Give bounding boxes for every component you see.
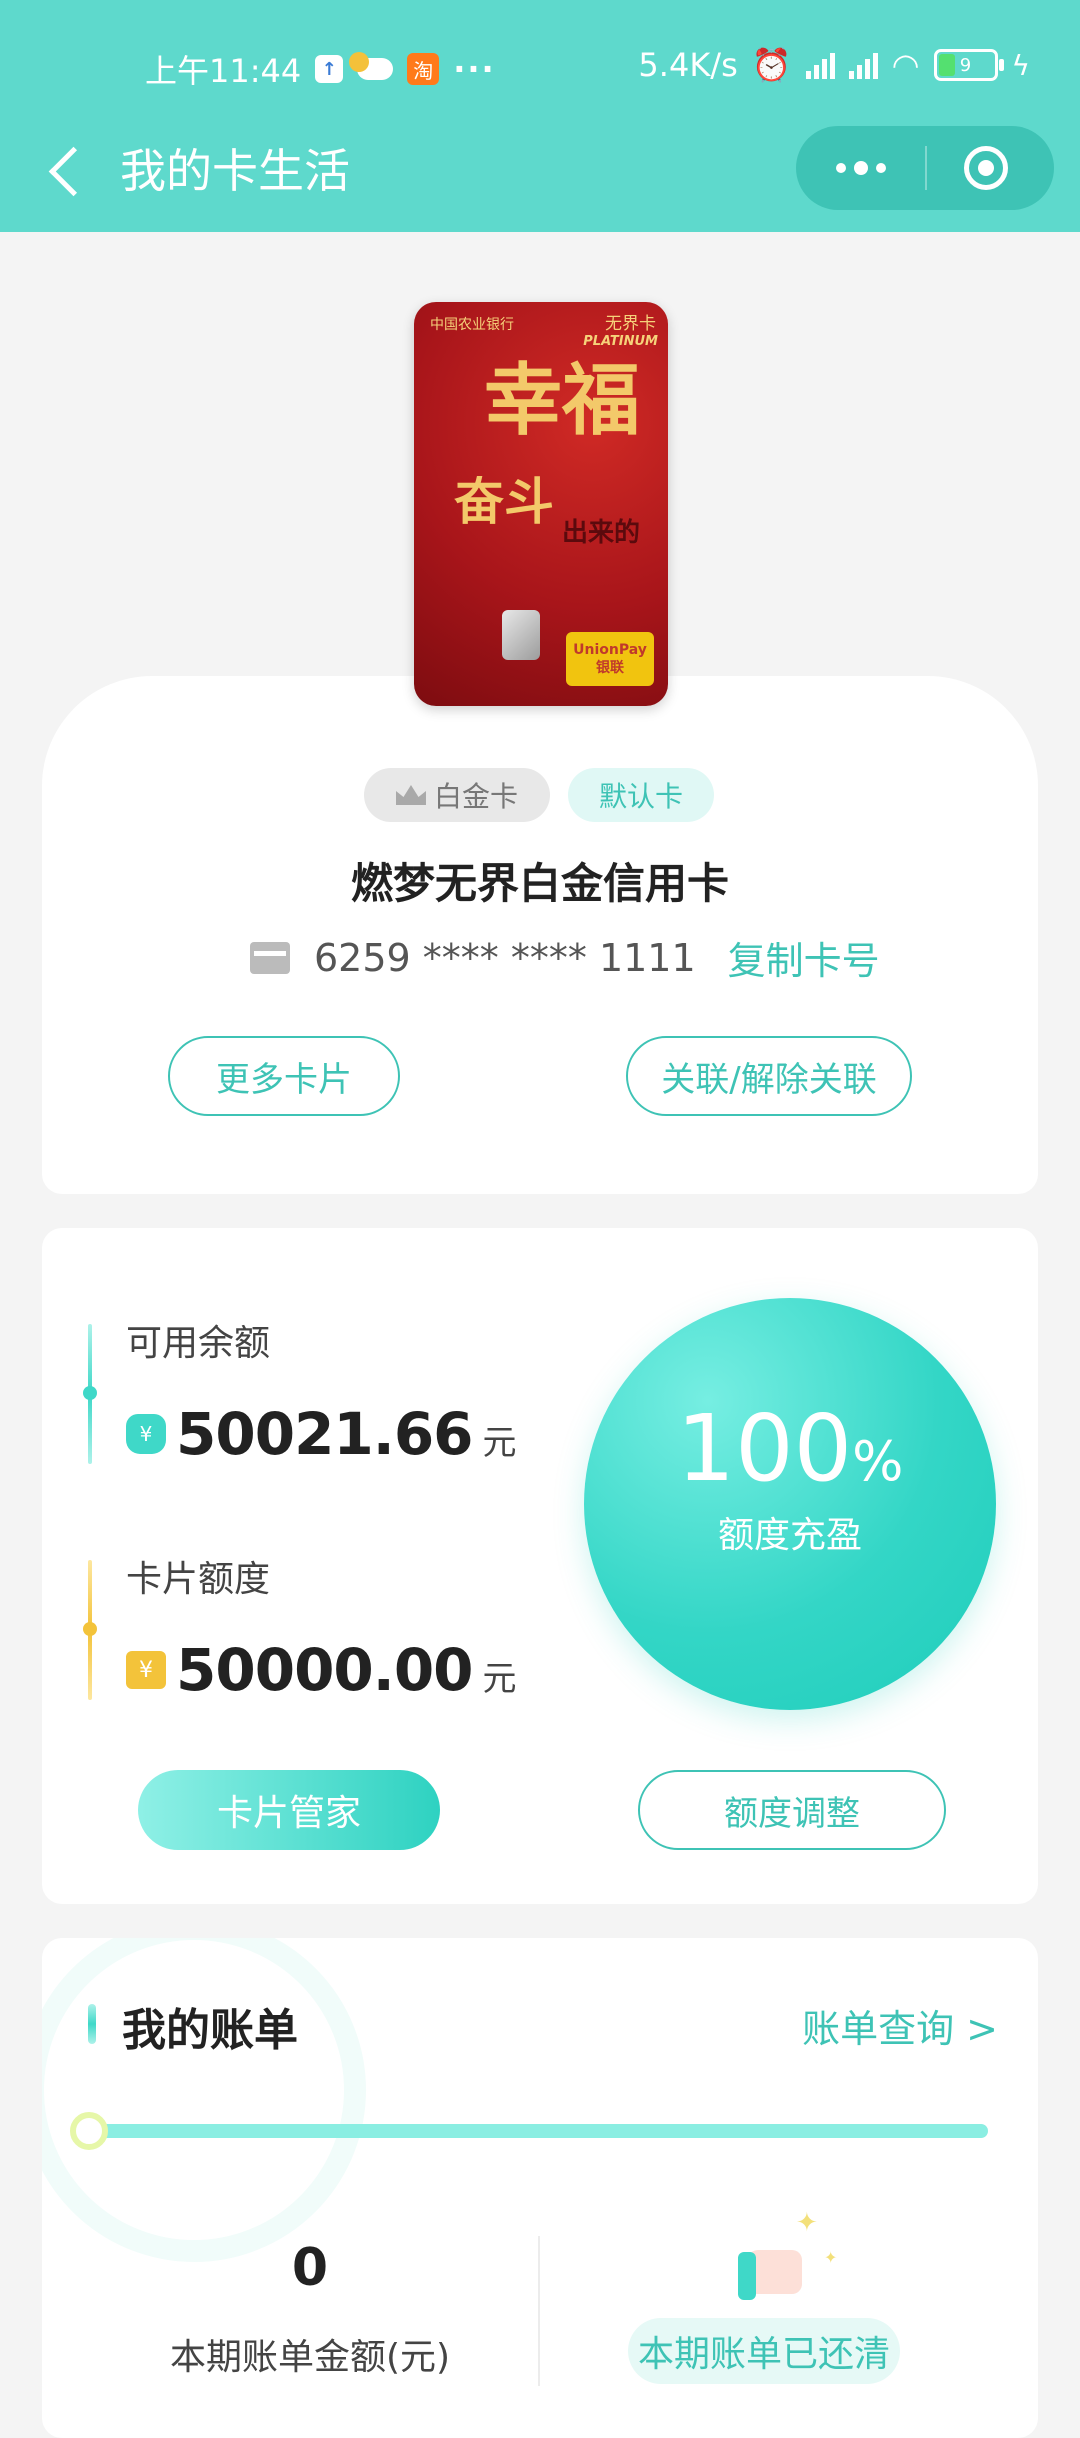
available-balance-unit: 元 [482,1423,517,1463]
bill-progress-bar [70,2112,988,2150]
available-balance-label: 可用余额 [126,1323,271,1364]
bill-paid-status: 本期账单已还清 [628,2318,900,2384]
crown-icon [395,785,426,805]
platinum-badge: 白金卡 [364,768,550,822]
signal-icon [805,51,835,79]
bill-amount-value: 0 [291,2238,329,2298]
platinum-badge-label: 白金卡 [433,780,518,813]
card-number: 6259 **** **** 1111 [314,935,696,980]
bank-card-image[interactable]: 中国农业银行 无界卡 PLATINUM 幸福 奋斗 出来的 UnionPay 银… [414,302,668,706]
available-indicator-line [83,1324,97,1464]
thumbs-up-icon: ✦ ✦ [738,2208,837,2304]
unionpay-top: UnionPay [573,642,647,658]
gold-coin-icon: ¥ [126,1651,166,1689]
battery-level: 9 [959,54,972,76]
credit-status: 额度充盈 [717,1515,862,1556]
notification-app-icon: ↑ [315,55,344,83]
chip-icon [502,610,540,660]
percent-sign: % [852,1430,904,1493]
capsule-divider [925,146,927,190]
bill-query-link[interactable]: 账单查询 > [802,1998,998,2053]
back-button[interactable] [40,136,100,206]
bill-title-marker [88,2004,96,2044]
status-time: 上午11:44 [145,52,302,90]
wifi-icon: ◠ [891,46,920,84]
card-bank-name: 中国农业银行 [430,317,514,333]
decorative-circle [42,1938,366,2262]
card-limit-unit: 元 [482,1659,517,1699]
card-number-row: 6259 **** **** 1111 复制卡号 [250,930,880,985]
sparkle-icon: ✦ [796,2208,818,2238]
card-limit-row: ¥ 50000.00 元 [126,1636,517,1704]
limit-indicator-line [83,1560,97,1700]
credit-usage-circle: 100% 额度充盈 [584,1298,996,1710]
card-limit-label: 卡片额度 [126,1559,271,1600]
credit-percent-value: 100 [676,1395,853,1502]
credit-percent: 100% [584,1394,996,1517]
available-balance-amount: 50021.66 [176,1400,474,1468]
dot-icon [854,161,868,175]
card-manager-button[interactable]: 卡片管家 [138,1770,440,1850]
more-notifications-icon: ··· [453,50,496,88]
more-menu-button[interactable] [796,126,926,210]
card-calligraphy-secondary: 奋斗 [454,472,554,531]
progress-knob [70,2112,108,2150]
money-bag-icon: ¥ [126,1414,166,1454]
card-calligraphy-main: 幸福 [484,355,641,446]
dot-icon [876,163,886,173]
copy-card-number-link[interactable]: 复制卡号 [728,930,880,985]
card-name: 燃梦无界白金信用卡 [350,859,729,908]
nav-bar: 我的卡生活 [0,126,1080,216]
status-bar-left: 上午11:44 ↑ 淘 ··· [145,46,496,92]
thumb-hand [748,2250,802,2294]
taobao-icon: 淘 [407,53,440,85]
unionpay-bottom: 银联 [596,660,624,676]
status-bar-right: 5.4K/s ⏰ ◠ 9 ϟ [638,46,1030,84]
status-bar: 上午11:44 ↑ 淘 ··· 5.4K/s ⏰ ◠ 9 ϟ [0,40,1080,96]
card-brand-sub: PLATINUM [583,334,658,349]
close-miniprogram-button[interactable] [964,146,1008,190]
bill-amount-label: 本期账单金额(元) [169,2337,451,2378]
bill-section-title: 我的账单 [122,2005,298,2056]
chevron-left-icon [48,146,99,196]
signal-icon-2 [848,51,878,79]
battery-icon: 9 [933,49,1004,81]
page-title: 我的卡生活 [120,144,350,198]
network-speed: 5.4K/s [638,46,738,84]
unionpay-logo: UnionPay 银联 [566,632,654,686]
dot-icon [836,163,846,173]
bill-divider [538,2236,540,2386]
card-limit-amount: 50000.00 [176,1636,474,1704]
sparkle-icon: ✦ [824,2248,838,2267]
weather-icon [349,52,394,80]
default-card-badge: 默认卡 [568,768,714,822]
link-unlink-button[interactable]: 关联/解除关联 [626,1036,912,1116]
credit-card-icon [250,941,290,974]
card-calligraphy-small: 出来的 [562,518,641,548]
miniprogram-capsule [796,126,1054,210]
charging-icon: ϟ [1011,48,1030,82]
thumb-cuff [738,2252,756,2300]
more-cards-button[interactable]: 更多卡片 [168,1036,400,1116]
alarm-icon: ⏰ [751,46,792,84]
card-brand: 无界卡 [605,314,656,334]
limit-adjust-button[interactable]: 额度调整 [638,1770,946,1850]
available-balance-row: ¥ 50021.66 元 [126,1400,517,1468]
